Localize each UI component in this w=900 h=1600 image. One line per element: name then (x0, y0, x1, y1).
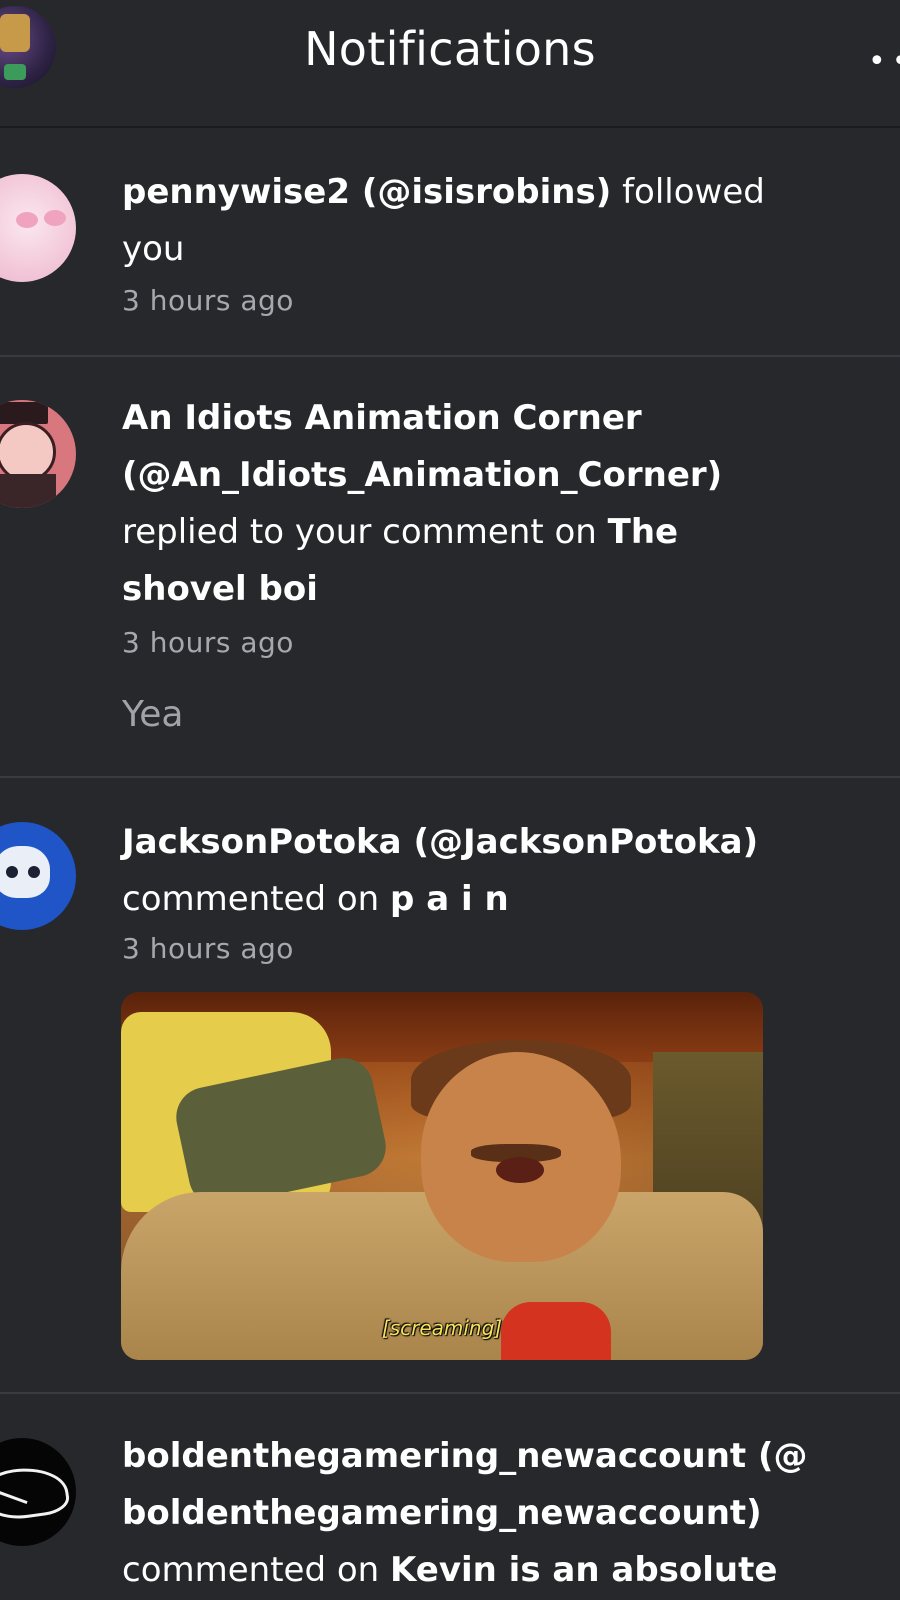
notification-time: 3 hours ago (122, 932, 294, 965)
user-avatar[interactable] (0, 174, 76, 282)
user-avatar[interactable] (0, 1438, 76, 1546)
divider (0, 776, 900, 778)
user-avatar[interactable] (0, 822, 76, 930)
post-title-link[interactable]: p a i n (390, 879, 509, 919)
notification-action: commented on (122, 1550, 380, 1590)
top-bar: Notifications •• (0, 0, 900, 128)
gif-caption: [screaming] (381, 1316, 503, 1340)
user-avatar[interactable] (0, 400, 76, 508)
reply-text: Yea (122, 694, 184, 735)
notification-time: 3 hours ago (122, 626, 294, 659)
notification-time: 3 hours ago (122, 284, 294, 317)
notification-action: replied to your comment on (122, 512, 597, 552)
page-title: Notifications (304, 22, 596, 76)
post-title-link[interactable]: Kevin is an absolute (390, 1550, 777, 1590)
notification-user[interactable]: pennywise2 (@isisrobins) (122, 172, 611, 212)
notification-action: commented on (122, 879, 380, 919)
notification-user[interactable]: boldenthegamering_newaccount (@ boldenth… (122, 1436, 808, 1533)
divider (0, 355, 900, 357)
comment-gif[interactable]: [screaming] (121, 992, 763, 1360)
more-options-icon[interactable]: •• (868, 44, 900, 79)
notification-user[interactable]: An Idiots Animation Corner (@An_Idiots_A… (122, 398, 722, 495)
divider (0, 1392, 900, 1394)
notification-user[interactable]: JacksonPotoka (@JacksonPotoka) (122, 822, 758, 862)
